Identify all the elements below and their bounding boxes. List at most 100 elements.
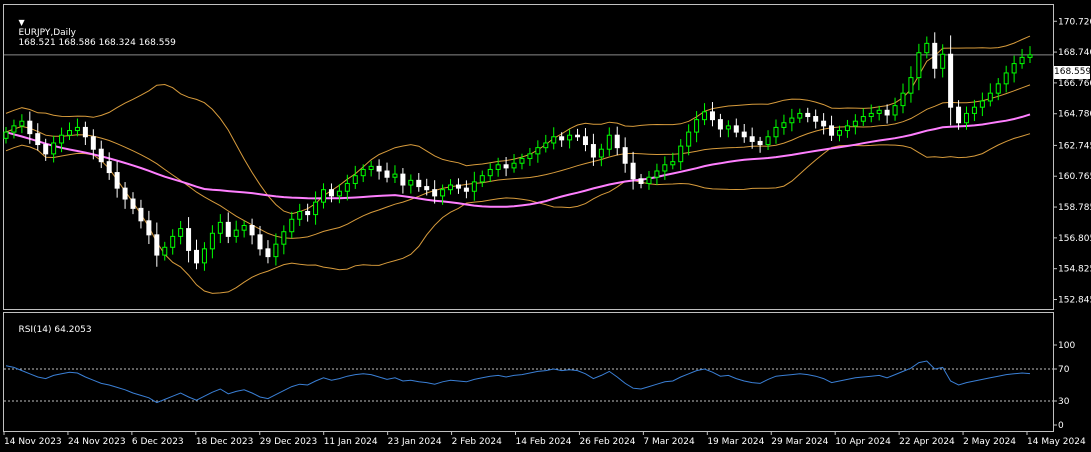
candle-body <box>662 164 668 172</box>
candle-body <box>1027 54 1033 58</box>
ohlc-values: 168.521 168.586 168.324 168.559 <box>18 38 176 48</box>
candle-body <box>582 136 588 146</box>
rsi-axis: 100 70 30 0 <box>1053 341 1075 431</box>
candle-body <box>170 235 176 248</box>
rsi-tick-label: 0 <box>1058 421 1064 431</box>
candle-body <box>455 184 461 189</box>
time-tick-label: 6 Dec 2023 <box>132 437 184 447</box>
candle-body <box>598 148 604 158</box>
candle-body <box>733 125 739 133</box>
candle-body <box>146 220 152 236</box>
candle-body <box>511 162 517 169</box>
candle-body <box>709 111 715 121</box>
time-tick-label: 14 May 2024 <box>1027 437 1086 447</box>
price-tick-label: 170.720 <box>1058 17 1091 27</box>
candle-body <box>479 175 485 183</box>
price-tick-label: 168.740 <box>1058 48 1091 58</box>
candle-body <box>686 131 692 147</box>
candle-body <box>74 126 80 132</box>
candle-body <box>606 134 612 150</box>
candle-body <box>963 112 969 124</box>
candle-body <box>376 165 382 172</box>
candle-body <box>670 161 676 166</box>
time-tick-label: 29 Mar 2024 <box>771 437 828 447</box>
rsi-level-lines <box>4 368 1053 402</box>
time-tick-label: 29 Dec 2023 <box>260 437 318 447</box>
price-tick-label: 154.825 <box>1058 265 1091 275</box>
candle-body <box>749 136 755 142</box>
time-tick-label: 10 Apr 2024 <box>835 437 891 447</box>
moving-average-line <box>5 113 1031 208</box>
candle-body <box>3 131 9 139</box>
candle-body <box>868 112 874 118</box>
time-tick-label: 2 Feb 2024 <box>452 437 503 447</box>
candle-body <box>273 243 279 258</box>
candle-body <box>297 210 303 220</box>
price-tick-label: 160.765 <box>1058 172 1091 182</box>
time-tick-label: 23 Jan 2024 <box>388 437 442 447</box>
candle-body <box>98 148 104 163</box>
candle-body <box>487 168 493 177</box>
candle-body <box>241 224 247 231</box>
candle-body <box>201 248 207 264</box>
candle-body <box>59 134 65 144</box>
candle-body <box>43 144 49 155</box>
candle-body <box>313 201 319 216</box>
candle-body <box>694 119 700 133</box>
time-axis[interactable]: 14 Nov 2023 24 Nov 2023 6 Dec 2023 18 Dec 2… <box>3 431 1086 447</box>
candle-body <box>233 229 239 237</box>
rsi-header: RSI(14) 64.2053 <box>7 315 91 345</box>
candle-body <box>813 116 819 122</box>
rsi-tick-label: 30 <box>1058 397 1070 407</box>
candle-body <box>27 120 33 135</box>
candle-body <box>416 179 422 188</box>
price-tick-label: 166.760 <box>1058 79 1091 89</box>
chart-canvas[interactable]: 170.720 168.740 166.760 164.780 162.745 160.7… <box>0 0 1091 452</box>
candle-body <box>11 125 17 133</box>
candle-body <box>336 190 342 197</box>
candle-body <box>805 112 811 118</box>
candle-body <box>622 147 628 164</box>
candle-body <box>82 126 88 138</box>
current-price-label: 168.559 <box>1054 66 1091 79</box>
candle-body <box>392 173 398 178</box>
candle-body <box>384 170 390 178</box>
candle-body <box>424 186 430 191</box>
candle-body <box>590 144 596 158</box>
candle-body <box>614 134 620 149</box>
candle-body <box>448 184 454 191</box>
candle-body <box>575 134 581 138</box>
triangle-down-icon[interactable]: ▼ <box>18 18 24 27</box>
chart-window[interactable]: 170.720 168.740 166.760 164.780 162.745 160.7… <box>0 0 1091 452</box>
candle-body <box>527 153 533 160</box>
bollinger-middle <box>5 84 1031 239</box>
time-tick-label: 19 Mar 2024 <box>707 437 764 447</box>
candle-body <box>51 142 57 155</box>
candle-body <box>829 125 835 136</box>
price-tick-label: 156.805 <box>1058 234 1091 244</box>
candle-body <box>360 168 366 177</box>
price-axis[interactable]: 170.720 168.740 166.760 164.780 162.745 160.7… <box>1053 17 1091 306</box>
candle-body <box>884 109 890 116</box>
candle-body <box>757 140 763 146</box>
price-tick-label: 152.845 <box>1058 296 1091 306</box>
candle-body <box>559 136 565 141</box>
candle-body <box>836 130 842 136</box>
candle-body <box>328 189 334 197</box>
time-tick-label: 24 Nov 2023 <box>68 437 126 447</box>
candle-body <box>178 228 184 237</box>
candle-body <box>67 130 73 136</box>
candle-body <box>368 165 374 170</box>
candle-body <box>432 189 438 197</box>
candle-body <box>257 234 263 250</box>
price-tick-label: 164.780 <box>1058 110 1091 120</box>
candle-body <box>249 224 255 236</box>
candle-body <box>130 198 136 209</box>
candle-body <box>495 164 501 170</box>
candle-body <box>225 221 231 237</box>
candle-body <box>519 158 525 164</box>
candle-body <box>289 218 295 233</box>
candle-body <box>654 170 660 178</box>
moving-average <box>5 113 1031 208</box>
candle-body <box>321 189 327 203</box>
